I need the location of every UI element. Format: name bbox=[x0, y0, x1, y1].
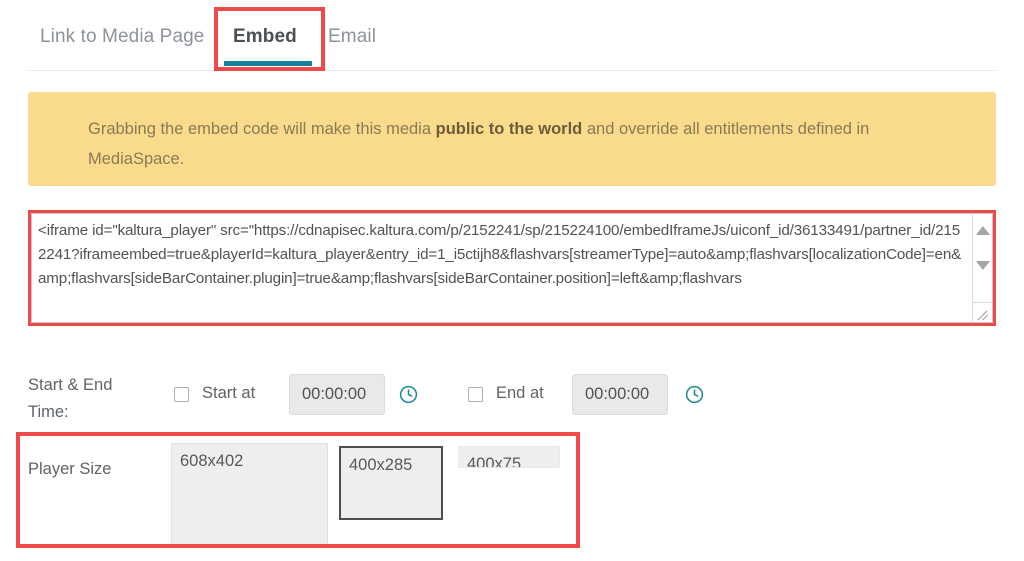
start-end-time-label: Start & End Time: bbox=[28, 376, 113, 421]
tab-bar: Link to Media Page Embed Email bbox=[0, 0, 1024, 72]
active-tab-indicator bbox=[224, 61, 312, 66]
player-size-option-label: 608x402 bbox=[180, 452, 244, 470]
player-size-label: Player Size bbox=[28, 460, 112, 478]
triangle-up-icon[interactable] bbox=[976, 226, 990, 235]
start-at-label: Start at bbox=[202, 384, 256, 402]
player-size-option-608x402[interactable]: 608x402 bbox=[171, 443, 328, 547]
end-at-checkbox[interactable] bbox=[468, 387, 483, 402]
player-size-option-label: 400x285 bbox=[349, 456, 413, 474]
tab-bar-divider bbox=[28, 70, 996, 71]
start-clock-icon[interactable] bbox=[399, 385, 418, 404]
embed-code-value[interactable]: <iframe id="kaltura_player" src="https:/… bbox=[38, 219, 963, 291]
warning-text-before: Grabbing the embed code will make this m… bbox=[88, 120, 436, 138]
start-time-input[interactable]: 00:00:00 bbox=[289, 374, 385, 415]
end-time-input[interactable]: 00:00:00 bbox=[572, 374, 668, 415]
player-size-option-400x75[interactable]: 400x75 bbox=[458, 446, 560, 468]
tab-link-to-media-page[interactable]: Link to Media Page bbox=[40, 26, 204, 48]
tab-email[interactable]: Email bbox=[328, 26, 376, 48]
end-clock-icon[interactable] bbox=[685, 385, 704, 404]
player-size-option-400x285[interactable]: 400x285 bbox=[339, 446, 443, 520]
warning-text-emphasis: public to the world bbox=[435, 120, 583, 138]
public-warning-banner: Grabbing the embed code will make this m… bbox=[28, 92, 996, 186]
tab-embed[interactable]: Embed bbox=[233, 26, 297, 48]
embed-code-textarea[interactable]: <iframe id="kaltura_player" src="https:/… bbox=[31, 213, 993, 323]
triangle-down-icon[interactable] bbox=[976, 261, 990, 270]
player-size-option-label: 400x75 bbox=[467, 455, 522, 468]
start-at-checkbox[interactable] bbox=[174, 387, 189, 402]
end-at-label: End at bbox=[496, 384, 544, 402]
public-warning-text: Grabbing the embed code will make this m… bbox=[88, 114, 918, 174]
resize-grip-icon[interactable] bbox=[972, 302, 992, 322]
